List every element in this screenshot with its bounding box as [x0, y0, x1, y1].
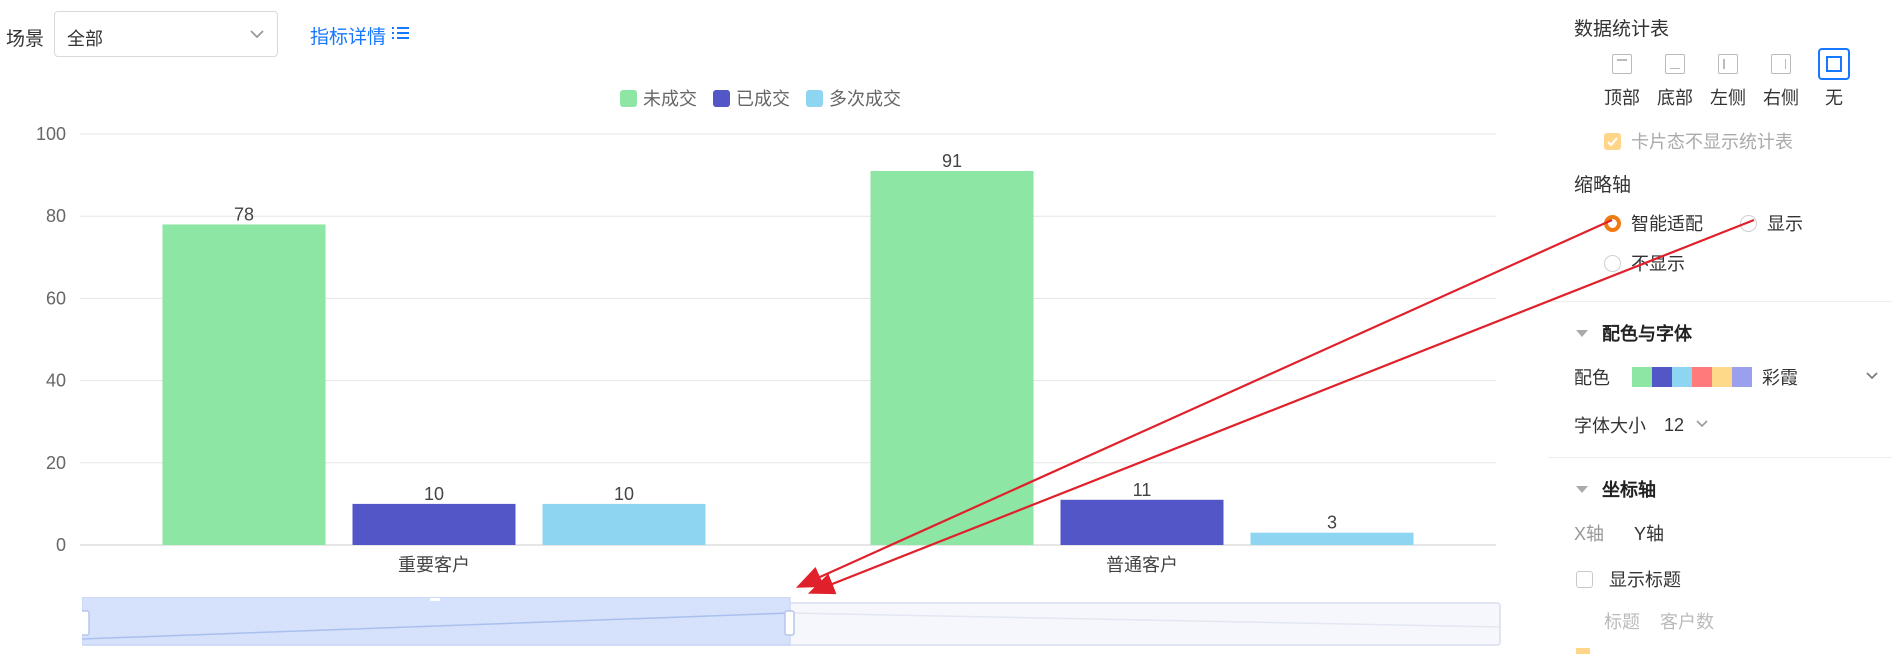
- annotation-arrows: [795, 218, 1755, 595]
- arrow-line: [795, 218, 1613, 588]
- arrow-line: [807, 218, 1755, 595]
